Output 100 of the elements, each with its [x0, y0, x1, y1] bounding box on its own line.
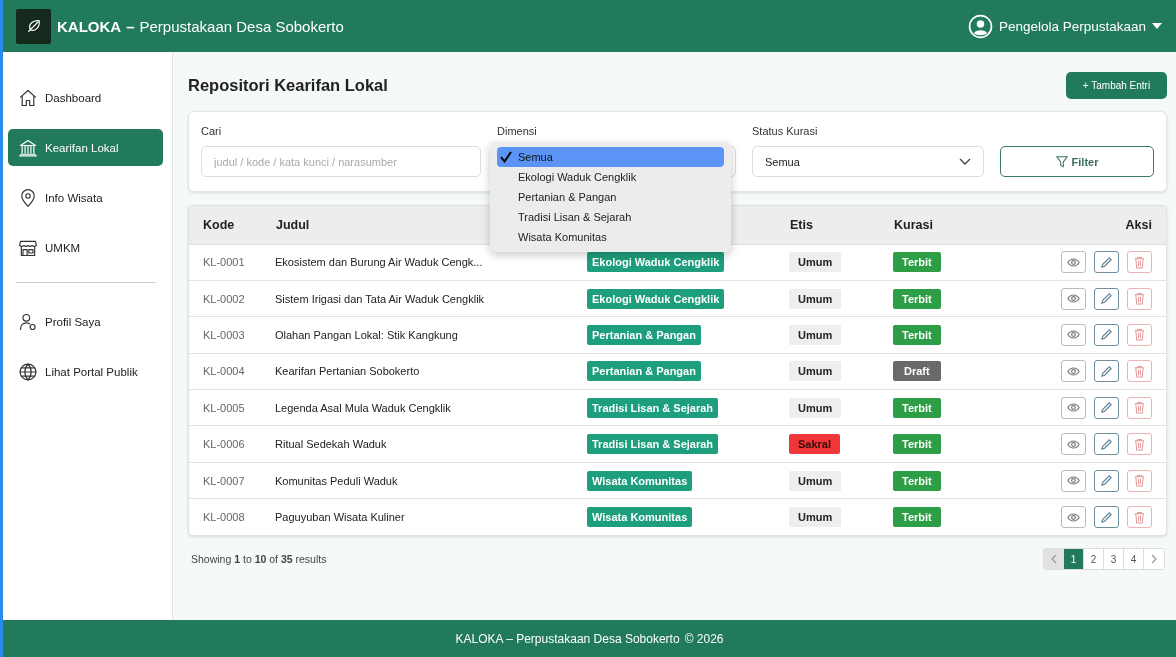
filter-button[interactable]: Filter [1000, 146, 1154, 177]
sidebar-item[interactable]: Kearifan Lokal [8, 129, 163, 166]
dimension-tag: Ekologi Waduk Cengklik [587, 252, 725, 273]
table-cell: KL-0007 [189, 462, 275, 499]
pencil-icon [1100, 401, 1113, 415]
trash-icon [1133, 510, 1146, 524]
chevron-down-icon [959, 158, 971, 165]
dimension-tag: Pertanian & Pangan [587, 361, 701, 382]
field-label: Cari [201, 125, 223, 139]
status-tag: Terbit [893, 470, 941, 491]
user-menu[interactable]: Pengelola Perpustakaan [998, 18, 1146, 34]
delete-button[interactable] [1127, 396, 1152, 419]
field-label: Status Kurasi [752, 125, 819, 139]
ethics-tag: Umum [789, 361, 842, 382]
view-button[interactable] [1061, 360, 1086, 383]
status-tag: Terbit [893, 324, 941, 345]
table-cell: KL-0008 [189, 498, 275, 536]
dimension-tag: Ekologi Waduk Cengklik [587, 288, 725, 309]
edit-button[interactable] [1094, 251, 1119, 274]
view-button[interactable] [1061, 251, 1086, 274]
view-button[interactable] [1061, 396, 1086, 419]
ethics-tag: Umum [789, 288, 842, 309]
table-cell: Kearifan Pertanian Sobokerto [275, 353, 587, 390]
delete-button[interactable] [1127, 287, 1152, 310]
dropdown-option[interactable]: Ekologi Waduk Cengklik [497, 167, 724, 187]
check-icon [500, 151, 512, 163]
page-button[interactable]: 3 [1104, 549, 1124, 570]
user-avatar-icon[interactable] [967, 13, 993, 39]
page-button[interactable]: 2 [1084, 549, 1104, 570]
column-header: Kode [189, 206, 275, 244]
sidebar-item[interactable]: UMKM [8, 229, 163, 266]
eye-icon [1067, 401, 1080, 415]
bank-building-icon [18, 137, 38, 158]
table-cell: Ritual Sedekah Waduk [275, 425, 587, 463]
caret-icon[interactable] [1152, 23, 1162, 29]
view-button[interactable] [1061, 433, 1086, 456]
field-label: Dimensi [497, 125, 538, 139]
add-entry-button[interactable]: + Tambah Entri [1066, 71, 1167, 99]
eye-icon [1067, 474, 1080, 488]
edit-button[interactable] [1094, 323, 1119, 346]
delete-button[interactable] [1127, 323, 1152, 346]
table-cell: KL-0003 [189, 316, 275, 354]
trash-icon [1133, 401, 1146, 415]
pencil-icon [1100, 364, 1113, 378]
edit-button[interactable] [1094, 506, 1119, 529]
page-button[interactable]: 4 [1124, 549, 1144, 570]
ethics-tag: Umum [789, 470, 842, 491]
sidebar-item[interactable]: Lihat Portal Publik [8, 353, 163, 390]
sidebar-item[interactable]: Dashboard [8, 79, 163, 116]
dimension-tag: Wisata Komunitas [587, 470, 693, 491]
view-button[interactable] [1061, 287, 1086, 310]
delete-button[interactable] [1127, 251, 1152, 274]
status-tag: Terbit [893, 397, 941, 418]
results-summary: Showing 1 to 10 of 35 results [191, 553, 327, 566]
dimension-tag: Pertanian & Pangan [587, 324, 701, 345]
table-cell: KL-0006 [189, 425, 275, 463]
ethics-tag: Umum [789, 507, 842, 528]
dropdown-option[interactable]: Semua [497, 147, 724, 167]
status-select[interactable]: Semua [752, 146, 984, 177]
search-field[interactable]: judul / kode / kata kunci / narasumber [201, 146, 481, 177]
ethics-tag: Umum [789, 252, 842, 273]
table-cell: KL-0005 [189, 389, 275, 426]
trash-icon [1133, 292, 1146, 306]
view-button[interactable] [1061, 506, 1086, 529]
column-header: Kurasi [893, 206, 1013, 244]
pencil-icon [1100, 328, 1113, 342]
delete-button[interactable] [1127, 469, 1152, 492]
ethics-tag: Umum [789, 324, 842, 345]
status-tag: Draft [893, 361, 941, 382]
delete-button[interactable] [1127, 433, 1152, 456]
page-button[interactable]: 1 [1064, 549, 1084, 570]
pencil-icon [1100, 437, 1113, 451]
edit-button[interactable] [1094, 287, 1119, 310]
edit-button[interactable] [1094, 469, 1119, 492]
table-cell: Komunitas Peduli Waduk [275, 462, 587, 499]
view-button[interactable] [1061, 469, 1086, 492]
house-icon [18, 87, 38, 108]
eye-icon [1067, 437, 1080, 451]
delete-button[interactable] [1127, 506, 1152, 529]
eye-icon [1067, 364, 1080, 378]
edit-button[interactable] [1094, 396, 1119, 419]
dimension-tag: Tradisi Lisan & Sejarah [587, 397, 719, 418]
edit-button[interactable] [1094, 433, 1119, 456]
eye-icon [1067, 255, 1080, 269]
edit-button[interactable] [1094, 360, 1119, 383]
table-cell: Olahan Pangan Lokal: Stik Kangkung [275, 316, 587, 354]
dimension-tag: Tradisi Lisan & Sejarah [587, 434, 719, 455]
copyright-text: © 2026 [684, 631, 724, 646]
dimension-tag: Wisata Komunitas [587, 507, 693, 528]
ethics-tag: Umum [789, 397, 842, 418]
sidebar-item[interactable]: Info Wisata [8, 179, 163, 216]
delete-button[interactable] [1127, 360, 1152, 383]
status-tag: Terbit [893, 252, 941, 273]
view-button[interactable] [1061, 323, 1086, 346]
column-header: Etis [789, 206, 893, 244]
sidebar-item[interactable]: Profil Saya [8, 303, 163, 340]
pencil-icon [1100, 510, 1113, 524]
dropdown-option[interactable]: Pertanian & Pangan [497, 187, 724, 207]
location-pin-icon [18, 187, 38, 208]
eye-icon [1067, 510, 1080, 524]
